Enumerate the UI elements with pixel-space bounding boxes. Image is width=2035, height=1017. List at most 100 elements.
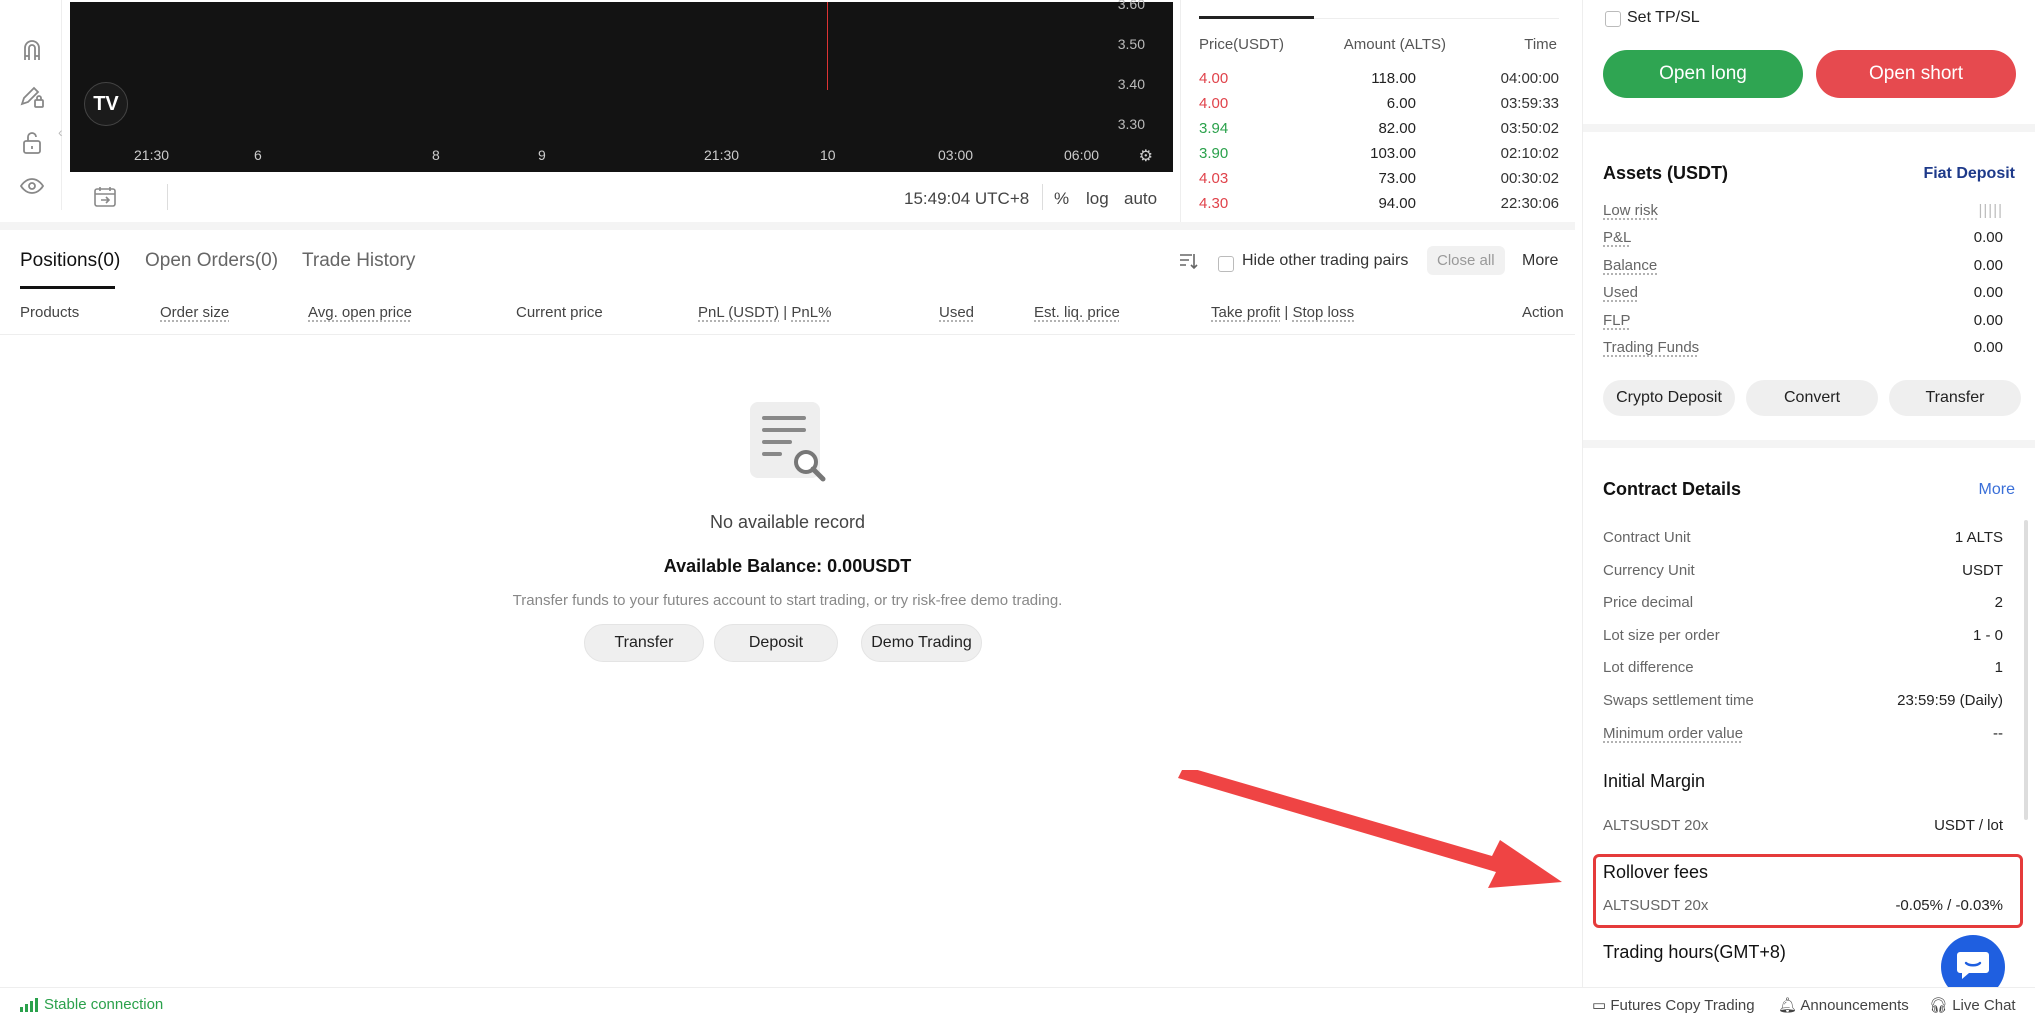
asset-key: Used	[1603, 284, 1639, 301]
asset-key: Trading Funds	[1603, 339, 1700, 356]
col-current-price: Current price	[516, 304, 603, 321]
trade-price: 4.03	[1199, 170, 1229, 187]
contract-row: Price decimal 2	[1603, 594, 2003, 618]
log-toggle[interactable]: log	[1086, 189, 1109, 209]
sort-icon[interactable]	[1177, 250, 1199, 272]
contract-key: Lot size per order	[1603, 627, 1720, 644]
signal-icon	[20, 997, 38, 1012]
hide-pairs-checkbox[interactable]	[1218, 256, 1234, 272]
contract-key: Lot difference	[1603, 659, 1694, 676]
close-all-button[interactable]: Close all	[1427, 246, 1505, 275]
trades-header-price: Price(USDT)	[1199, 36, 1284, 53]
col-tp-sep: |	[1284, 304, 1289, 321]
trade-price: 3.94	[1199, 120, 1229, 137]
crosshair-line	[827, 2, 828, 90]
demo-trading-button[interactable]: Demo Trading	[861, 624, 982, 662]
goto-date-icon[interactable]	[92, 184, 118, 210]
headset-icon: 🎧︎	[1929, 997, 1949, 1014]
col-stop-loss: Stop loss	[1292, 304, 1355, 321]
trade-time: 00:30:02	[1500, 170, 1559, 187]
x-tick: 21:30	[134, 147, 170, 163]
status-bar: Stable connection ▭ Futures Copy Trading…	[0, 987, 2035, 1017]
positions-panel: Positions(0) Open Orders(0) Trade Histor…	[0, 222, 1575, 987]
empty-description: Transfer funds to your futures account t…	[512, 592, 1063, 609]
contract-key: Minimum order value	[1603, 725, 1744, 742]
trade-time: 03:50:02	[1500, 120, 1559, 137]
transfer-button[interactable]: Transfer	[584, 624, 704, 662]
contract-row: Lot difference 1	[1603, 659, 2003, 683]
x-tick: 03:00	[938, 147, 974, 163]
x-tick: 10	[820, 147, 836, 163]
pencil-lock-icon[interactable]	[18, 82, 46, 110]
rollover-fees-title: Rollover fees	[1603, 862, 1709, 882]
rollover-key: ALTSUSDT 20x	[1603, 897, 1709, 914]
tpsl-checkbox[interactable]	[1605, 11, 1621, 27]
hide-pairs-label[interactable]: Hide other trading pairs	[1242, 252, 1408, 270]
chart-bottom-bar: 15:49:04 UTC+8 % log auto	[70, 172, 1173, 222]
announcements-link[interactable]: 🔔︎ Announcements	[1778, 996, 1909, 1014]
initial-margin-key: ALTSUSDT 20x	[1603, 817, 1709, 834]
x-tick: 8	[432, 147, 440, 163]
chart-settings-icon[interactable]: ⚙	[1139, 146, 1153, 166]
sidebar-scrollbar[interactable]	[2024, 520, 2028, 820]
col-tp-sl: Take profit | Stop loss	[1211, 304, 1354, 321]
contract-value: 1	[1994, 659, 2003, 676]
assets-title: Assets (USDT)	[1603, 163, 1729, 183]
unlock-icon[interactable]	[18, 128, 46, 156]
y-tick: 3.30	[1117, 116, 1145, 132]
open-short-button[interactable]: Open short	[1816, 50, 2016, 98]
crypto-deposit-button[interactable]: Crypto Deposit	[1603, 380, 1735, 416]
transfer-button[interactable]: Transfer	[1889, 380, 2021, 416]
x-tick: 6	[254, 147, 262, 163]
fiat-deposit-link[interactable]: Fiat Deposit	[1923, 165, 2015, 183]
deposit-button[interactable]: Deposit	[714, 624, 838, 662]
price-chart[interactable]: TV 3.60 3.50 3.40 3.30 21:30 6 8 9 21:30…	[70, 0, 1173, 172]
asset-value: 0.00	[1973, 284, 2003, 301]
trades-header-time: Time	[1524, 36, 1557, 53]
asset-row: Low risk |||||	[1603, 202, 2003, 226]
tab-trade-history[interactable]: Trade History	[302, 250, 415, 272]
open-long-button[interactable]: Open long	[1603, 50, 1803, 98]
tpsl-label[interactable]: Set TP/SL	[1627, 9, 1700, 27]
recent-trades-panel: Price(USDT) Amount (ALTS) Time 4.00 118.…	[1180, 0, 1575, 222]
trade-price: 4.00	[1199, 70, 1229, 87]
trade-price: 4.30	[1199, 195, 1229, 212]
trade-price: 4.00	[1199, 95, 1229, 112]
divider	[0, 334, 1575, 335]
col-take-profit: Take profit	[1211, 304, 1281, 321]
asset-row: Trading Funds 0.00	[1603, 339, 2003, 363]
contract-row: Lot size per order 1 - 0	[1603, 627, 2003, 651]
convert-button[interactable]: Convert	[1746, 380, 1878, 416]
auto-toggle[interactable]: auto	[1124, 189, 1157, 209]
contract-more-link[interactable]: More	[1979, 481, 2015, 499]
empty-message: No available record	[709, 512, 866, 532]
tab-positions[interactable]: Positions(0)	[20, 250, 120, 272]
col-products: Products	[20, 304, 80, 321]
asset-value: 0.00	[1973, 229, 2003, 246]
collapse-icon[interactable]: ‹	[58, 124, 63, 140]
trade-row: 3.90 103.00 02:10:02	[1199, 145, 1559, 170]
more-button[interactable]: More	[1522, 252, 1558, 270]
contract-row: Minimum order value --	[1603, 725, 2003, 749]
x-tick: 06:00	[1064, 147, 1100, 163]
asset-row: FLP 0.00	[1603, 312, 2003, 336]
trades-header-amount: Amount (ALTS)	[1343, 36, 1446, 53]
active-tab-underline	[20, 286, 115, 289]
asset-row: Balance 0.00	[1603, 257, 2003, 281]
magnet-icon[interactable]	[18, 36, 46, 64]
tradingview-logo[interactable]: TV	[84, 82, 128, 126]
order-sidebar: Set TP/SL Open long Open short Assets (U…	[1582, 0, 2035, 999]
contract-key: Price decimal	[1603, 594, 1694, 611]
trade-row: 4.00 6.00 03:59:33	[1199, 95, 1559, 120]
asset-value: 0.00	[1973, 312, 2003, 329]
live-chat-link[interactable]: 🎧︎ Live Chat	[1929, 996, 2016, 1014]
connection-status: Stable connection	[20, 996, 163, 1013]
contract-key: Currency Unit	[1603, 562, 1695, 579]
risk-meter: |||||	[1978, 202, 2003, 219]
percent-toggle[interactable]: %	[1054, 189, 1069, 209]
copy-trading-link[interactable]: ▭ Futures Copy Trading	[1592, 996, 1755, 1014]
chart-time[interactable]: 15:49:04 UTC+8	[904, 189, 1029, 209]
tab-open-orders[interactable]: Open Orders(0)	[145, 250, 278, 272]
no-records-icon	[748, 400, 832, 484]
eye-icon[interactable]	[18, 172, 46, 200]
